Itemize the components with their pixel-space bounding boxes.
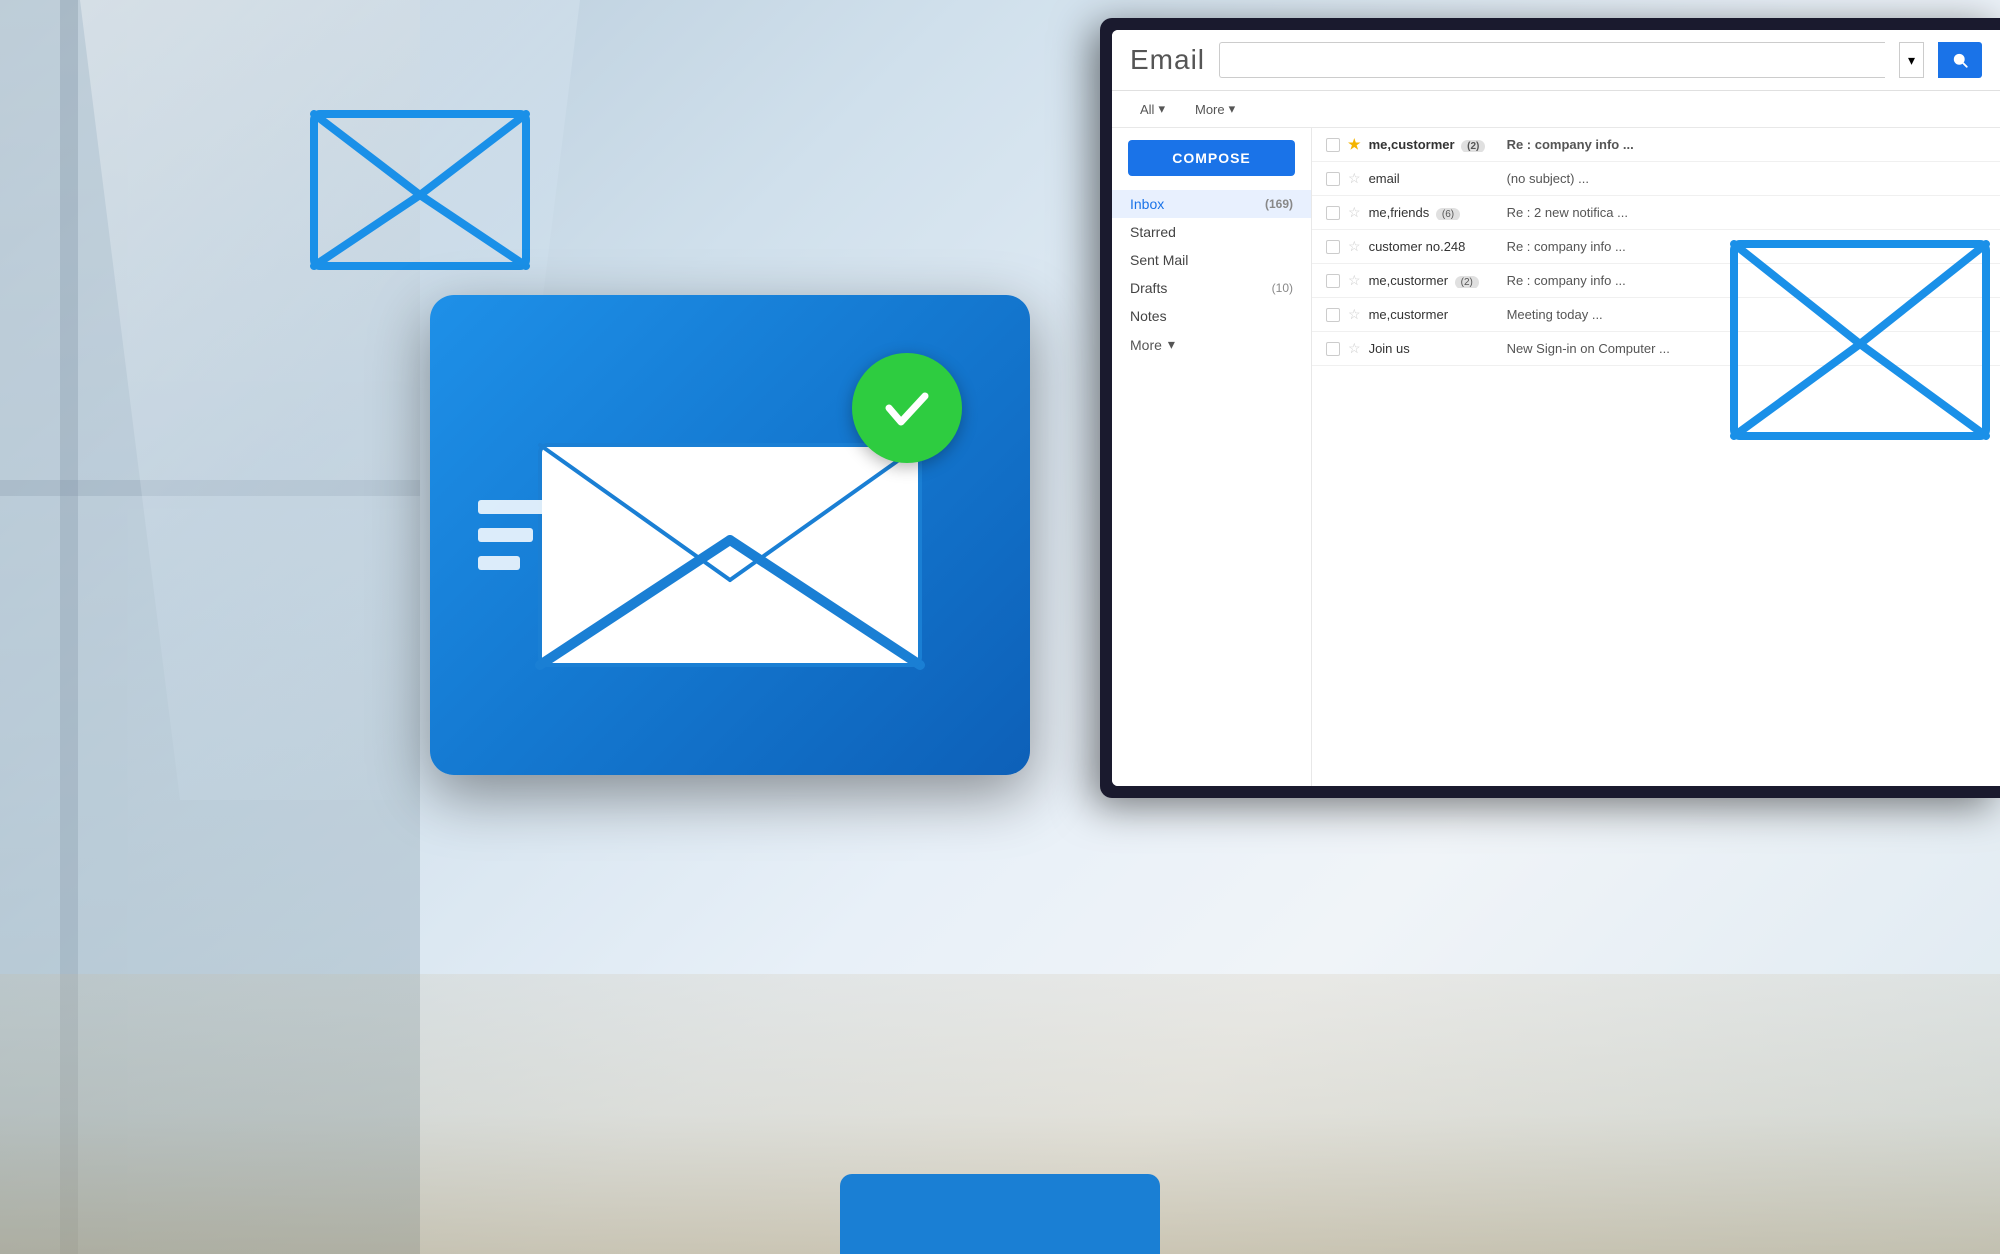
email-sender: email xyxy=(1369,171,1499,186)
email-checkbox[interactable] xyxy=(1326,240,1340,254)
app-title: Email xyxy=(1130,44,1205,76)
email-subject: Re : 2 new notifica ... xyxy=(1507,205,1986,220)
email-subject: (no subject) ... xyxy=(1507,171,1986,186)
starred-label: Starred xyxy=(1130,224,1176,240)
email-list: ★ me,custormer (2) Re : company info ...… xyxy=(1312,128,2000,786)
search-dropdown[interactable]: ▾ xyxy=(1899,42,1924,78)
sender-badge: (2) xyxy=(1461,140,1485,152)
email-checkbox[interactable] xyxy=(1326,342,1340,356)
star-icon[interactable]: ★ xyxy=(1348,136,1361,153)
email-body: COMPOSE Inbox (169) Starred Sent Mail Dr… xyxy=(1112,128,2000,786)
sidebar-item-drafts[interactable]: Drafts (10) xyxy=(1112,274,1311,302)
sender-badge: (2) xyxy=(1455,276,1479,288)
sidebar-item-sent[interactable]: Sent Mail xyxy=(1112,246,1311,274)
email-sender: customer no.248 xyxy=(1369,239,1499,254)
inbox-count: (169) xyxy=(1265,197,1293,211)
sidebar-item-starred[interactable]: Starred xyxy=(1112,218,1311,246)
blue-card xyxy=(430,295,1030,775)
email-sender: Join us xyxy=(1369,341,1499,356)
search-icon xyxy=(1951,51,1969,69)
email-subject: Re : company info ... xyxy=(1507,137,1986,152)
all-filter-button[interactable]: All ▾ xyxy=(1130,97,1175,121)
checkmark-badge xyxy=(852,353,962,463)
compose-button[interactable]: COMPOSE xyxy=(1128,140,1295,176)
email-checkbox[interactable] xyxy=(1326,172,1340,186)
more-label: More xyxy=(1195,102,1225,117)
card-line-2 xyxy=(478,528,533,542)
more-nav-chevron: ▾ xyxy=(1168,336,1175,353)
star-icon[interactable]: ☆ xyxy=(1348,238,1361,255)
all-dropdown-icon: ▾ xyxy=(1158,101,1165,117)
email-sender: me,custormer xyxy=(1369,307,1499,322)
drafts-count: (10) xyxy=(1272,281,1293,295)
email-sidebar: COMPOSE Inbox (169) Starred Sent Mail Dr… xyxy=(1112,128,1312,786)
notes-label: Notes xyxy=(1130,308,1167,324)
email-checkbox[interactable] xyxy=(1326,274,1340,288)
search-input[interactable] xyxy=(1219,42,1885,78)
email-header: Email ▾ xyxy=(1112,30,2000,91)
sender-badge: (6) xyxy=(1436,208,1460,220)
drafts-label: Drafts xyxy=(1130,280,1167,296)
email-sender: me,friends (6) xyxy=(1369,205,1499,220)
inbox-label: Inbox xyxy=(1130,196,1164,212)
email-row[interactable]: ☆ email (no subject) ... xyxy=(1312,162,2000,196)
sidebar-item-inbox[interactable]: Inbox (169) xyxy=(1112,190,1311,218)
envelope-outline-topleft xyxy=(310,110,530,270)
star-icon[interactable]: ☆ xyxy=(1348,170,1361,187)
more-dropdown-icon: ▾ xyxy=(1229,101,1236,117)
email-checkbox[interactable] xyxy=(1326,138,1340,152)
email-row[interactable]: ☆ me,friends (6) Re : 2 new notifica ... xyxy=(1312,196,2000,230)
bottom-blue-hint xyxy=(840,1174,1160,1254)
star-icon[interactable]: ☆ xyxy=(1348,306,1361,323)
email-checkbox[interactable] xyxy=(1326,308,1340,322)
more-filter-button[interactable]: More ▾ xyxy=(1185,97,1245,121)
chevron-down-icon: ▾ xyxy=(1908,52,1915,69)
star-icon[interactable]: ☆ xyxy=(1348,272,1361,289)
email-sender: me,custormer (2) xyxy=(1369,273,1499,288)
card-line-1 xyxy=(478,500,548,514)
card-decoration-lines xyxy=(478,500,548,570)
search-button[interactable] xyxy=(1938,42,1982,78)
sent-label: Sent Mail xyxy=(1130,252,1188,268)
checkmark-icon xyxy=(877,378,937,438)
email-row[interactable]: ★ me,custormer (2) Re : company info ... xyxy=(1312,128,2000,162)
card-line-3 xyxy=(478,556,520,570)
email-sender: me,custormer (2) xyxy=(1369,137,1499,152)
sidebar-item-more[interactable]: More ▾ xyxy=(1112,330,1311,359)
star-icon[interactable]: ☆ xyxy=(1348,204,1361,221)
email-toolbar: All ▾ More ▾ xyxy=(1112,91,2000,128)
star-icon[interactable]: ☆ xyxy=(1348,340,1361,357)
email-checkbox[interactable] xyxy=(1326,206,1340,220)
sidebar-item-notes[interactable]: Notes xyxy=(1112,302,1311,330)
more-nav-label: More xyxy=(1130,337,1162,353)
all-label: All xyxy=(1140,102,1154,117)
envelope-outline-right xyxy=(1730,240,1990,440)
